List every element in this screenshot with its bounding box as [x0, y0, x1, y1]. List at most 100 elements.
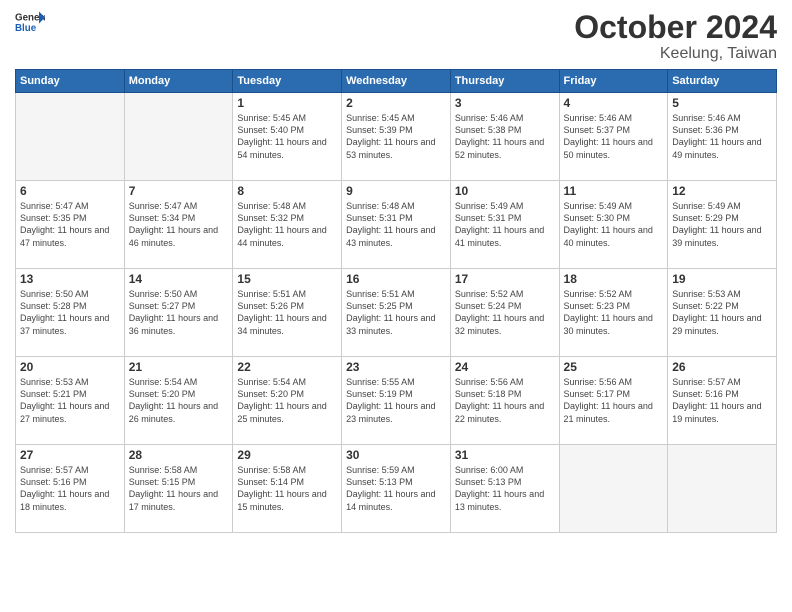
sunrise-text: Sunrise: 5:50 AM: [20, 288, 120, 300]
daylight-text: Daylight: 11 hours and 50 minutes.: [564, 136, 664, 160]
sunset-text: Sunset: 5:13 PM: [346, 476, 446, 488]
sunrise-text: Sunrise: 5:57 AM: [20, 464, 120, 476]
daylight-text: Daylight: 11 hours and 29 minutes.: [672, 312, 772, 336]
day-number: 1: [237, 96, 337, 110]
day-number: 19: [672, 272, 772, 286]
table-row: 7Sunrise: 5:47 AMSunset: 5:34 PMDaylight…: [124, 181, 233, 269]
sunset-text: Sunset: 5:35 PM: [20, 212, 120, 224]
daylight-text: Daylight: 11 hours and 39 minutes.: [672, 224, 772, 248]
col-monday: Monday: [124, 70, 233, 93]
sunset-text: Sunset: 5:20 PM: [237, 388, 337, 400]
sunrise-text: Sunrise: 5:46 AM: [564, 112, 664, 124]
cell-details: Sunrise: 5:49 AMSunset: 5:29 PMDaylight:…: [672, 200, 772, 249]
sunset-text: Sunset: 5:29 PM: [672, 212, 772, 224]
logo: General Blue: [15, 10, 45, 34]
day-number: 11: [564, 184, 664, 198]
sunset-text: Sunset: 5:36 PM: [672, 124, 772, 136]
table-row: 27Sunrise: 5:57 AMSunset: 5:16 PMDayligh…: [16, 445, 125, 533]
location-title: Keelung, Taiwan: [574, 45, 777, 63]
table-row: 10Sunrise: 5:49 AMSunset: 5:31 PMDayligh…: [450, 181, 559, 269]
cell-details: Sunrise: 5:48 AMSunset: 5:32 PMDaylight:…: [237, 200, 337, 249]
cell-details: Sunrise: 5:51 AMSunset: 5:25 PMDaylight:…: [346, 288, 446, 337]
table-row: 13Sunrise: 5:50 AMSunset: 5:28 PMDayligh…: [16, 269, 125, 357]
cell-details: Sunrise: 5:58 AMSunset: 5:14 PMDaylight:…: [237, 464, 337, 513]
table-row: 15Sunrise: 5:51 AMSunset: 5:26 PMDayligh…: [233, 269, 342, 357]
cell-details: Sunrise: 5:56 AMSunset: 5:18 PMDaylight:…: [455, 376, 555, 425]
cell-details: Sunrise: 5:46 AMSunset: 5:36 PMDaylight:…: [672, 112, 772, 161]
table-row: 30Sunrise: 5:59 AMSunset: 5:13 PMDayligh…: [342, 445, 451, 533]
table-row: 25Sunrise: 5:56 AMSunset: 5:17 PMDayligh…: [559, 357, 668, 445]
sunset-text: Sunset: 5:27 PM: [129, 300, 229, 312]
sunset-text: Sunset: 5:24 PM: [455, 300, 555, 312]
sunrise-text: Sunrise: 5:53 AM: [20, 376, 120, 388]
sunrise-text: Sunrise: 5:54 AM: [237, 376, 337, 388]
table-row: 9Sunrise: 5:48 AMSunset: 5:31 PMDaylight…: [342, 181, 451, 269]
col-wednesday: Wednesday: [342, 70, 451, 93]
cell-details: Sunrise: 5:47 AMSunset: 5:34 PMDaylight:…: [129, 200, 229, 249]
cell-details: Sunrise: 5:48 AMSunset: 5:31 PMDaylight:…: [346, 200, 446, 249]
day-number: 14: [129, 272, 229, 286]
day-number: 5: [672, 96, 772, 110]
table-row: [16, 93, 125, 181]
day-number: 12: [672, 184, 772, 198]
daylight-text: Daylight: 11 hours and 14 minutes.: [346, 488, 446, 512]
cell-details: Sunrise: 5:53 AMSunset: 5:21 PMDaylight:…: [20, 376, 120, 425]
day-number: 20: [20, 360, 120, 374]
cell-details: Sunrise: 5:50 AMSunset: 5:27 PMDaylight:…: [129, 288, 229, 337]
cell-details: Sunrise: 5:52 AMSunset: 5:24 PMDaylight:…: [455, 288, 555, 337]
table-row: 8Sunrise: 5:48 AMSunset: 5:32 PMDaylight…: [233, 181, 342, 269]
day-number: 4: [564, 96, 664, 110]
sunset-text: Sunset: 5:20 PM: [129, 388, 229, 400]
cell-details: Sunrise: 5:45 AMSunset: 5:40 PMDaylight:…: [237, 112, 337, 161]
sunrise-text: Sunrise: 5:59 AM: [346, 464, 446, 476]
daylight-text: Daylight: 11 hours and 36 minutes.: [129, 312, 229, 336]
daylight-text: Daylight: 11 hours and 34 minutes.: [237, 312, 337, 336]
col-sunday: Sunday: [16, 70, 125, 93]
sunrise-text: Sunrise: 5:58 AM: [237, 464, 337, 476]
sunrise-text: Sunrise: 5:52 AM: [455, 288, 555, 300]
daylight-text: Daylight: 11 hours and 21 minutes.: [564, 400, 664, 424]
logo-icon: General Blue: [15, 10, 45, 34]
sunrise-text: Sunrise: 5:55 AM: [346, 376, 446, 388]
sunset-text: Sunset: 5:26 PM: [237, 300, 337, 312]
sunrise-text: Sunrise: 5:54 AM: [129, 376, 229, 388]
calendar-week-row: 27Sunrise: 5:57 AMSunset: 5:16 PMDayligh…: [16, 445, 777, 533]
sunset-text: Sunset: 5:14 PM: [237, 476, 337, 488]
cell-details: Sunrise: 5:47 AMSunset: 5:35 PMDaylight:…: [20, 200, 120, 249]
calendar-week-row: 13Sunrise: 5:50 AMSunset: 5:28 PMDayligh…: [16, 269, 777, 357]
daylight-text: Daylight: 11 hours and 46 minutes.: [129, 224, 229, 248]
sunset-text: Sunset: 5:39 PM: [346, 124, 446, 136]
sunrise-text: Sunrise: 5:46 AM: [455, 112, 555, 124]
table-row: 11Sunrise: 5:49 AMSunset: 5:30 PMDayligh…: [559, 181, 668, 269]
title-block: October 2024 Keelung, Taiwan: [574, 10, 777, 63]
sunset-text: Sunset: 5:22 PM: [672, 300, 772, 312]
daylight-text: Daylight: 11 hours and 33 minutes.: [346, 312, 446, 336]
day-number: 26: [672, 360, 772, 374]
table-row: 26Sunrise: 5:57 AMSunset: 5:16 PMDayligh…: [668, 357, 777, 445]
day-number: 31: [455, 448, 555, 462]
table-row: [559, 445, 668, 533]
sunrise-text: Sunrise: 6:00 AM: [455, 464, 555, 476]
sunrise-text: Sunrise: 5:58 AM: [129, 464, 229, 476]
table-row: 29 Sunrise: 5:58 AMSunset: 5:14 PMDayligh…: [233, 445, 342, 533]
sunrise-text: Sunrise: 5:46 AM: [672, 112, 772, 124]
cell-details: Sunrise: 5:53 AMSunset: 5:22 PMDaylight:…: [672, 288, 772, 337]
day-number: 29: [237, 448, 337, 462]
daylight-text: Daylight: 11 hours and 27 minutes.: [20, 400, 120, 424]
table-row: 2Sunrise: 5:45 AMSunset: 5:39 PMDaylight…: [342, 93, 451, 181]
sunset-text: Sunset: 5:32 PM: [237, 212, 337, 224]
day-number: 25: [564, 360, 664, 374]
table-row: 14 Sunrise: 5:50 AMSunset: 5:27 PMDayligh…: [124, 269, 233, 357]
table-row: 1 Sunrise: 5:45 AMSunset: 5:40 PMDaylight…: [233, 93, 342, 181]
table-row: 31Sunrise: 6:00 AMSunset: 5:13 PMDayligh…: [450, 445, 559, 533]
sunrise-text: Sunrise: 5:56 AM: [564, 376, 664, 388]
daylight-text: Daylight: 11 hours and 49 minutes.: [672, 136, 772, 160]
sunrise-text: Sunrise: 5:50 AM: [129, 288, 229, 300]
sunset-text: Sunset: 5:30 PM: [564, 212, 664, 224]
table-row: 12 Sunrise: 5:49 AMSunset: 5:29 PMDayligh…: [668, 181, 777, 269]
header-row: General Blue October 2024 Keelung, Taiwa…: [15, 10, 777, 63]
sunset-text: Sunset: 5:38 PM: [455, 124, 555, 136]
day-number: 18: [564, 272, 664, 286]
sunset-text: Sunset: 5:40 PM: [237, 124, 337, 136]
day-number: 13: [20, 272, 120, 286]
